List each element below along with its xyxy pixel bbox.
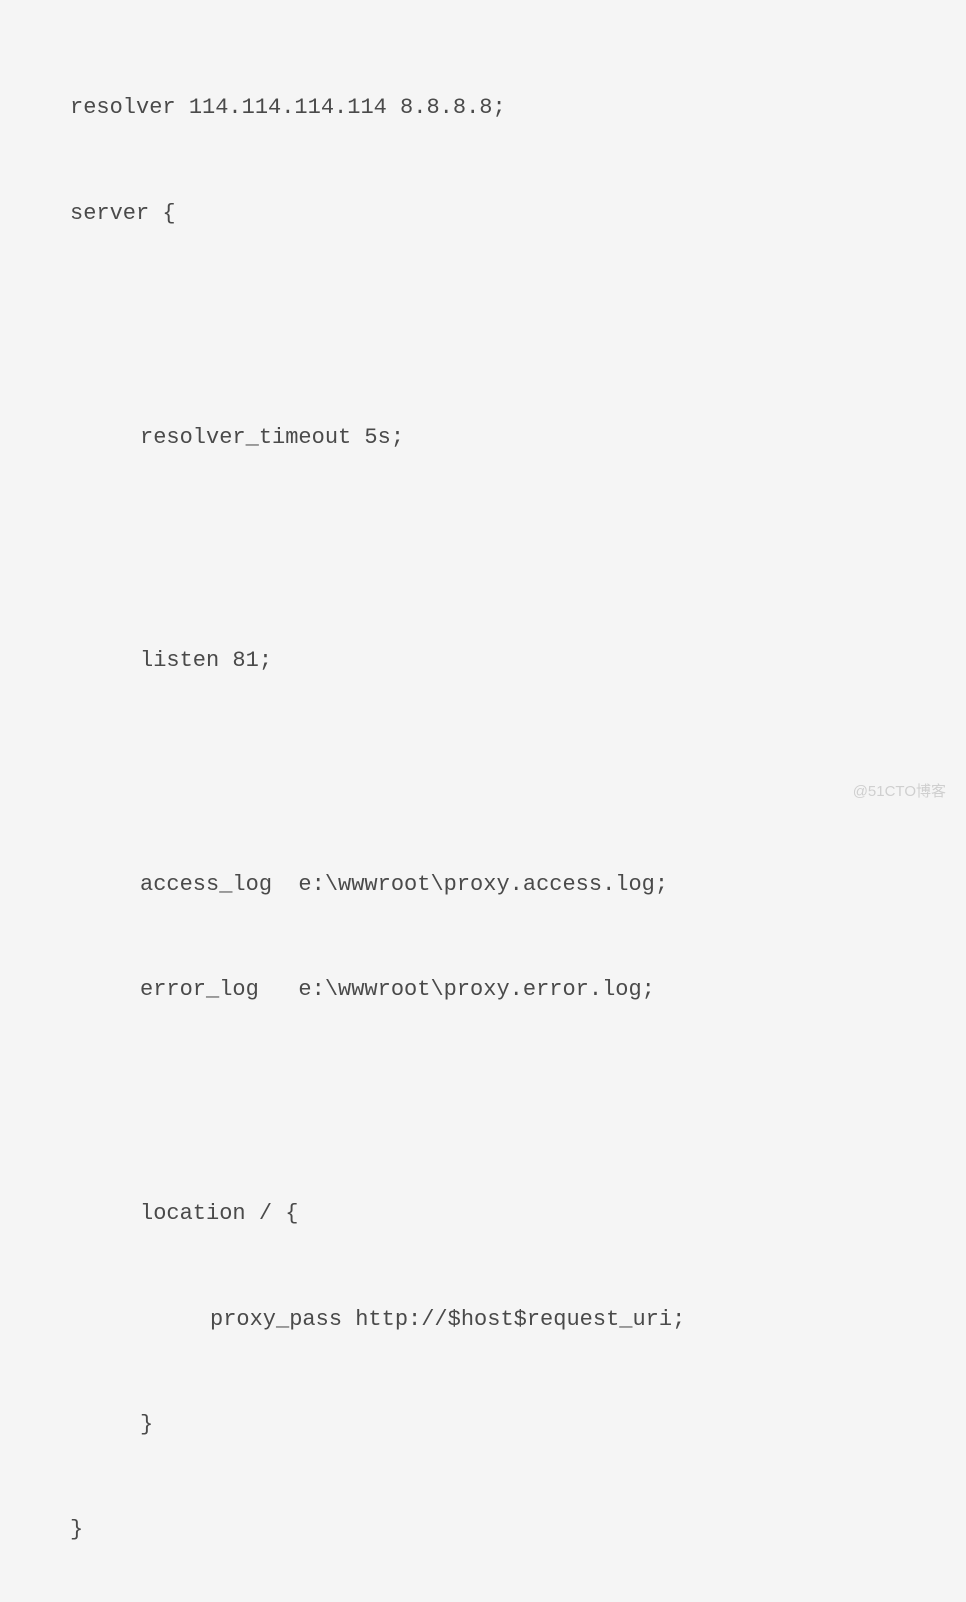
blank-line bbox=[70, 525, 896, 573]
watermark: @51CTO博客 bbox=[853, 780, 946, 801]
code-line-listen: listen 81; bbox=[70, 643, 896, 678]
code-line-server-open: server { bbox=[70, 196, 896, 231]
code-line-error-log: error_log e:\wwwroot\proxy.error.log; bbox=[70, 972, 896, 1007]
code-line-access-log: access_log e:\wwwroot\proxy.access.log; bbox=[70, 867, 896, 902]
code-line-proxy-pass: proxy_pass http://$host$request_uri; bbox=[70, 1302, 896, 1337]
code-line-location-open: location / { bbox=[70, 1196, 896, 1231]
code-line-server-close: } bbox=[70, 1512, 896, 1547]
code-line-resolver-timeout: resolver_timeout 5s; bbox=[70, 420, 896, 455]
code-line-location-close: } bbox=[70, 1407, 896, 1442]
code-line-resolver: resolver 114.114.114.114 8.8.8.8; bbox=[70, 90, 896, 125]
blank-line bbox=[70, 301, 896, 349]
blank-line bbox=[70, 1078, 896, 1126]
code-block: resolver 114.114.114.114 8.8.8.8; server… bbox=[0, 0, 966, 1602]
blank-line bbox=[70, 749, 896, 797]
